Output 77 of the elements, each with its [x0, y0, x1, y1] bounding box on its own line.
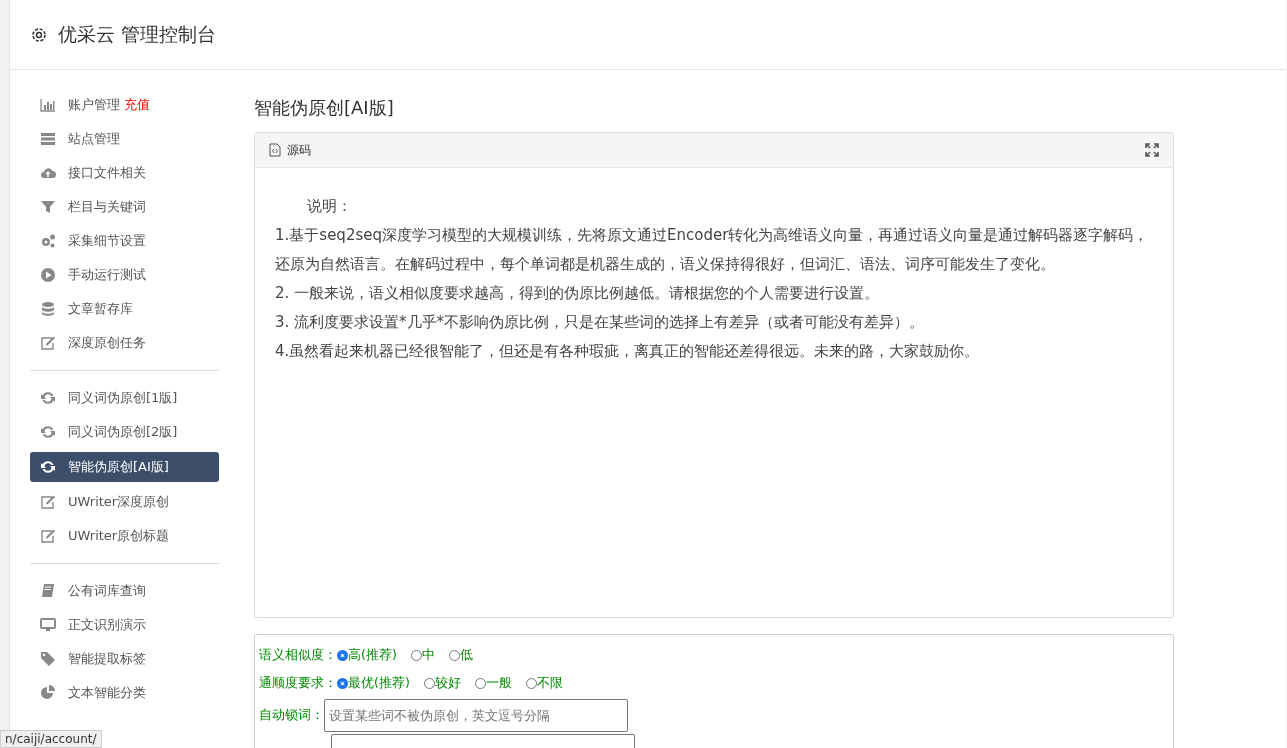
bar-chart-icon: [40, 97, 56, 113]
sidebar-label: 手动运行测试: [68, 266, 146, 284]
tag-icon: [40, 651, 56, 667]
refresh-icon: [40, 424, 56, 440]
sidebar-item[interactable]: 正文识别演示: [30, 608, 219, 642]
sidebar-label: 账户管理: [68, 96, 120, 114]
radio-option[interactable]: 较好: [423, 674, 461, 692]
code-file-icon: [269, 143, 281, 157]
radio-button[interactable]: [337, 677, 348, 689]
status-url: n/caiji/account/: [0, 730, 102, 748]
sidebar-label: 接口文件相关: [68, 164, 146, 182]
filter-icon: [40, 199, 56, 215]
refresh-icon: [40, 459, 56, 475]
play-icon: [40, 267, 56, 283]
sidebar-item[interactable]: 文本智能分类: [30, 676, 219, 710]
edit-icon: [40, 528, 56, 544]
sidebar-item[interactable]: 深度原创任务: [30, 326, 219, 360]
radio-option[interactable]: 低: [448, 646, 473, 664]
fullscreen-icon[interactable]: [1145, 143, 1159, 157]
sidebar-label: 栏目与关键词: [68, 198, 146, 216]
editor-text: 2. 一般来说，语义相似度要求越高，得到的伪原比例越低。请根据您的个人需要进行设置。: [275, 283, 881, 304]
sidebar-label: 深度原创任务: [68, 334, 146, 352]
sidebar-item[interactable]: 接口文件相关: [30, 156, 219, 190]
gears-icon: [40, 233, 56, 249]
edit-icon: [40, 494, 56, 510]
source-button[interactable]: 源码: [269, 141, 311, 159]
sidebar-item[interactable]: 栏目与关键词: [30, 190, 219, 224]
gear-icon: [30, 25, 48, 44]
cloud-upload-icon: [40, 165, 56, 181]
sidebar-item[interactable]: 文章暂存库: [30, 292, 219, 326]
option-label: 自动锁词：: [259, 706, 324, 724]
server-icon: [40, 131, 56, 147]
refresh-icon: [40, 390, 56, 406]
sidebar-item[interactable]: 智能提取标签: [30, 642, 219, 676]
sidebar-label: 公有词库查询: [68, 582, 146, 600]
sidebar-item[interactable]: 同义词伪原创[2版]: [30, 415, 219, 449]
sidebar-label: 同义词伪原创[1版]: [68, 389, 178, 407]
radio-option[interactable]: 不限: [525, 674, 563, 692]
sidebar-label: 正文识别演示: [68, 616, 146, 634]
sidebar-item[interactable]: 公有词库查询: [30, 574, 219, 608]
book-icon: [40, 583, 56, 599]
sidebar-label: 文章暂存库: [68, 300, 133, 318]
radio-button[interactable]: [337, 649, 348, 661]
pie-chart-icon: [40, 685, 56, 701]
database-icon: [40, 301, 56, 317]
sidebar-label: 文本智能分类: [68, 684, 146, 702]
radio-option[interactable]: 中: [410, 646, 435, 664]
radio-option[interactable]: 一般: [474, 674, 512, 692]
lock-words-field[interactable]: 设置某些词不被伪原创，英文逗号分隔: [324, 698, 628, 732]
sidebar-item[interactable]: 采集细节设置: [30, 224, 219, 258]
app-title: 优采云 管理控制台: [58, 21, 217, 47]
editor-text: 4.虽然看起来机器已经很智能了，但还是有各种瑕疵，离真正的智能还差得很远。未来的路，大家鼓励你。: [275, 341, 981, 362]
sidebar-label: UWriter深度原创: [68, 493, 170, 511]
sidebar-item[interactable]: 账户管理 充值: [30, 88, 219, 122]
sidebar-item[interactable]: UWriter深度原创: [30, 485, 219, 519]
page-title: 智能伪原创[AI版]: [254, 96, 395, 120]
editor-text: 3. 流利度要求设置*几乎*不影响伪原比例，只是在某些词的选择上有差异（或者可能没有差异）。: [275, 312, 926, 333]
radio-option[interactable]: 最优(推荐): [337, 674, 410, 692]
sidebar-label: 同义词伪原创[2版]: [68, 423, 178, 441]
radio-option[interactable]: 高(推荐): [337, 646, 397, 664]
editor-text: 1.基于seq2seq深度学习模型的大规模训练，先将原文通过Encoder转化为高维语义向量，再通过语义向量是通过解码器逐字解码，还原为自然语言。在解码过程中，每个单词都是机器生成的，语义保持得很好，但词汇、语法、词序可能发生了变化。: [275, 225, 1150, 275]
recharge-link[interactable]: 充值: [124, 96, 150, 114]
sidebar-item[interactable]: 手动运行测试: [30, 258, 219, 292]
sidebar-item[interactable]: 同义词伪原创[1版]: [30, 381, 219, 415]
sidebar-item[interactable]: UWriter原创标题: [30, 519, 219, 553]
sidebar-item[interactable]: 站点管理: [30, 122, 219, 156]
option-label: 语义相似度：: [259, 646, 337, 664]
sidebar-item[interactable]: 智能伪原创[AI版]: [30, 452, 219, 482]
sidebar-label: 站点管理: [68, 130, 120, 148]
edit-icon: [40, 335, 56, 351]
option-label: 通顺度要求：: [259, 674, 337, 692]
sidebar-label: UWriter原创标题: [68, 527, 170, 545]
sidebar-label: 采集细节设置: [68, 232, 146, 250]
monitor-icon: [40, 617, 56, 633]
sidebar-label: 智能提取标签: [68, 650, 146, 668]
editor-text: 说明：: [306, 196, 353, 217]
sidebar-label: 智能伪原创[AI版]: [68, 458, 169, 476]
